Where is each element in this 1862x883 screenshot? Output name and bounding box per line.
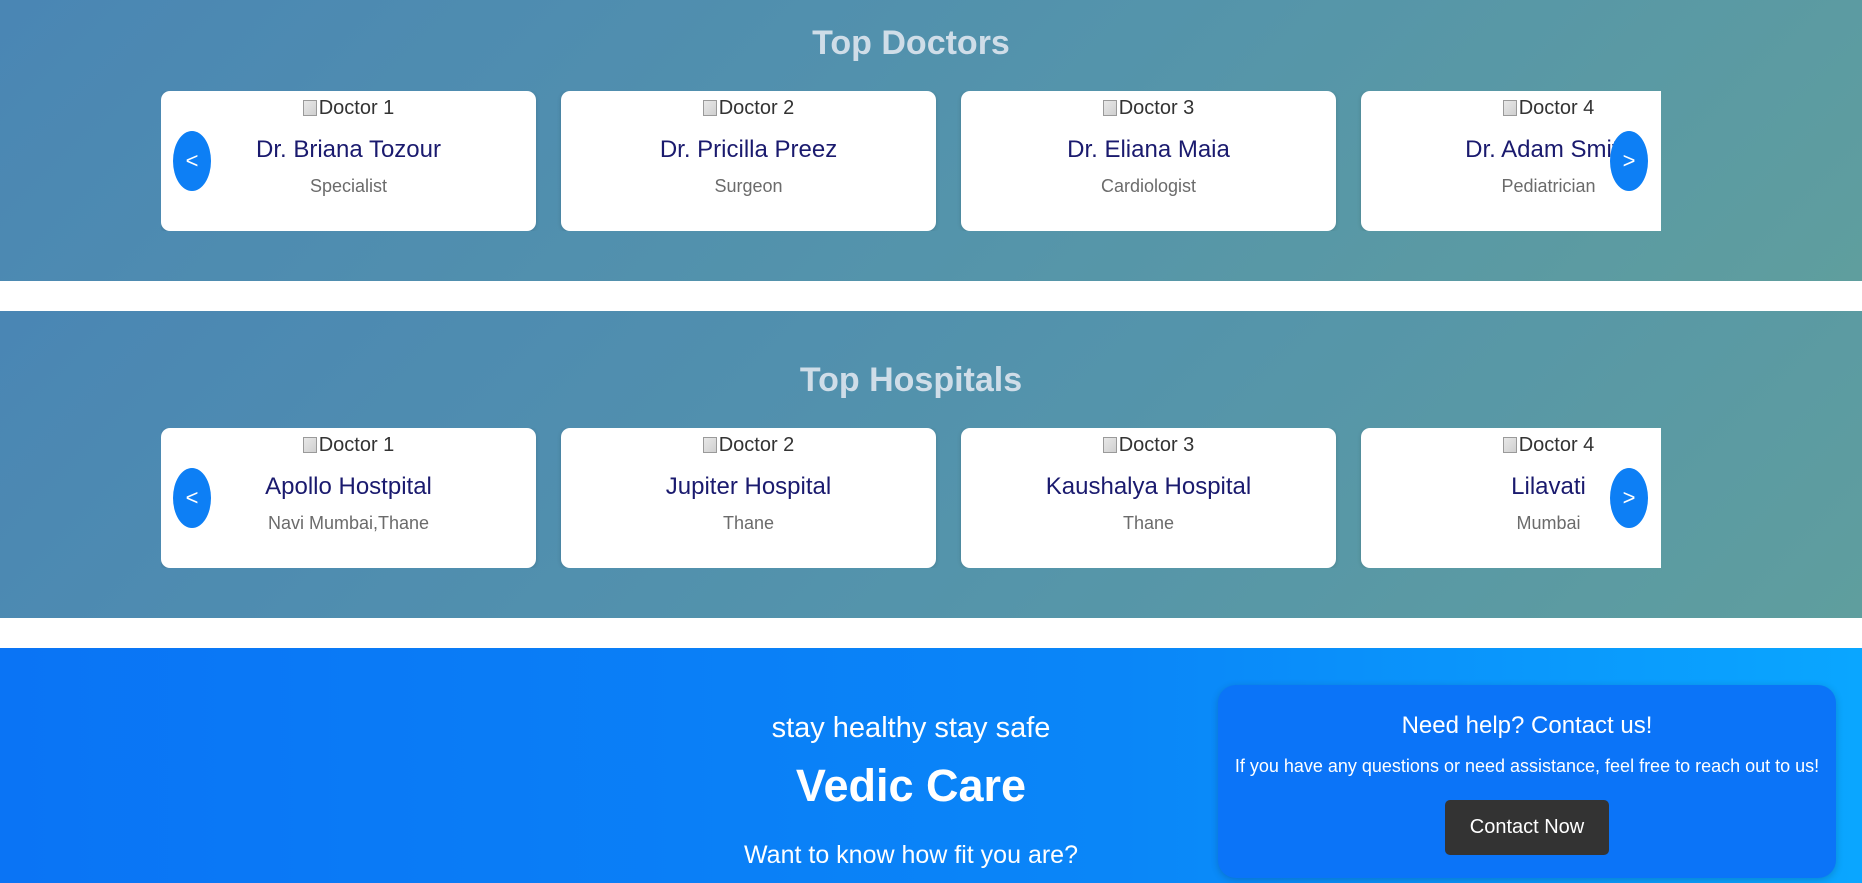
- doctors-next-button[interactable]: >: [1610, 131, 1648, 191]
- doctor-image-alt: Doctor 3: [1118, 97, 1195, 119]
- hospital-name: Jupiter Hospital: [665, 473, 832, 500]
- doctor-name: Dr. Briana Tozour: [256, 136, 441, 163]
- hospitals-carousel[interactable]: Doctor 1 Apollo Hostpital Navi Mumbai,Th…: [161, 428, 1661, 568]
- help-contact-box: Need help? Contact us! If you have any q…: [1218, 685, 1836, 878]
- hospitals-prev-button[interactable]: <: [173, 468, 211, 528]
- doctor-image: Doctor 1: [161, 96, 536, 120]
- broken-image-icon: [302, 100, 317, 116]
- broken-image-icon: [1102, 437, 1117, 453]
- broken-image-icon: [1502, 437, 1517, 453]
- hospitals-next-button[interactable]: >: [1610, 468, 1648, 528]
- doctor-image-alt: Doctor 4: [1518, 97, 1595, 119]
- doctor-card[interactable]: Doctor 1 Dr. Briana Tozour Specialist: [161, 91, 536, 231]
- top-doctors-section: Top Doctors Doctor 1 Dr. Briana Tozour S…: [0, 0, 1862, 281]
- broken-image-icon: [1502, 100, 1517, 116]
- doctor-image: Doctor 4: [1361, 96, 1661, 120]
- doctors-carousel[interactable]: Doctor 1 Dr. Briana Tozour Specialist Do…: [161, 91, 1661, 231]
- hospital-name: Kaushalya Hospital: [1045, 473, 1252, 500]
- hospital-image-alt: Doctor 3: [1118, 434, 1195, 456]
- hospital-image-alt: Doctor 1: [318, 434, 395, 456]
- help-title: Need help? Contact us!: [1401, 712, 1653, 739]
- doctor-card[interactable]: Doctor 3 Dr. Eliana Maia Cardiologist: [961, 91, 1336, 231]
- top-doctors-title: Top Doctors: [812, 24, 1010, 62]
- top-hospitals-section: Top Hospitals Doctor 1 Apollo Hostpital …: [0, 311, 1862, 618]
- hospital-image: Doctor 2: [561, 433, 936, 457]
- hospital-location: Thane: [722, 513, 775, 533]
- doctor-card[interactable]: Doctor 2 Dr. Pricilla Preez Surgeon: [561, 91, 936, 231]
- broken-image-icon: [1102, 100, 1117, 116]
- top-hospitals-title: Top Hospitals: [799, 361, 1023, 399]
- broken-image-icon: [702, 437, 717, 453]
- hospital-location: Navi Mumbai,Thane: [267, 513, 430, 533]
- doctor-specialty: Cardiologist: [1100, 176, 1197, 196]
- doctor-image: Doctor 2: [561, 96, 936, 120]
- footer-hero-section: stay healthy stay safe Vedic Care Want t…: [0, 648, 1862, 883]
- hospital-image-alt: Doctor 2: [718, 434, 795, 456]
- doctors-prev-button[interactable]: <: [173, 131, 211, 191]
- hospital-name: Apollo Hostpital: [265, 473, 432, 500]
- doctor-name: Dr. Pricilla Preez: [659, 136, 838, 163]
- broken-image-icon: [702, 100, 717, 116]
- hospital-location: Thane: [1122, 513, 1175, 533]
- doctor-image-alt: Doctor 1: [318, 97, 395, 119]
- hospital-image: Doctor 4: [1361, 433, 1661, 457]
- doctor-image-alt: Doctor 2: [718, 97, 795, 119]
- hospital-image: Doctor 1: [161, 433, 536, 457]
- hospital-card[interactable]: Doctor 1 Apollo Hostpital Navi Mumbai,Th…: [161, 428, 536, 568]
- help-text: If you have any questions or need assist…: [1234, 756, 1820, 776]
- doctor-specialty: Surgeon: [714, 176, 783, 196]
- hospital-card[interactable]: Doctor 3 Kaushalya Hospital Thane: [961, 428, 1336, 568]
- broken-image-icon: [302, 437, 317, 453]
- hospital-image-alt: Doctor 4: [1518, 434, 1595, 456]
- doctor-image: Doctor 3: [961, 96, 1336, 120]
- contact-now-button[interactable]: Contact Now: [1445, 800, 1609, 855]
- hospital-image: Doctor 3: [961, 433, 1336, 457]
- doctor-specialty: Specialist: [309, 176, 388, 196]
- hospital-card[interactable]: Doctor 2 Jupiter Hospital Thane: [561, 428, 936, 568]
- doctor-name: Dr. Eliana Maia: [1067, 136, 1230, 163]
